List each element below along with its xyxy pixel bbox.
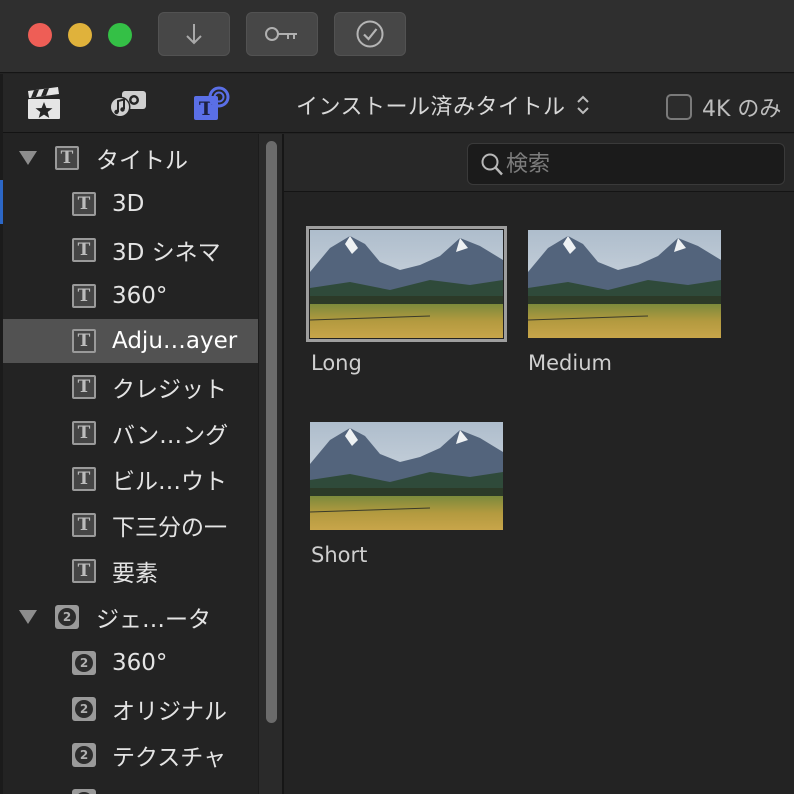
music-photo-icon: [109, 91, 146, 118]
landscape-thumbnail-image: [528, 230, 721, 338]
title-thumbnail-medium[interactable]: [528, 230, 721, 338]
sidebar-item-generator-360[interactable]: 2 360°: [3, 641, 258, 685]
sidebar-scrollbar-thumb[interactable]: [266, 141, 277, 723]
clapperboard-star-icon: [28, 87, 60, 119]
title-thumbnail-short[interactable]: [310, 422, 503, 530]
import-media-button[interactable]: [158, 12, 230, 56]
title-t-icon: T: [72, 375, 96, 399]
titles-generators-toggle[interactable]: T: [192, 86, 232, 122]
generator-icon: 2: [72, 651, 96, 675]
close-window-button[interactable]: [28, 23, 52, 47]
sidebar-item-elements[interactable]: T 要素: [3, 549, 258, 593]
4k-only-label: 4K のみ: [702, 97, 782, 122]
sidebar-item-label: Adju…ayer: [112, 328, 238, 354]
updown-chevron-icon: [576, 95, 589, 115]
4k-only-option[interactable]: 4K のみ: [666, 91, 781, 123]
search-icon: [481, 153, 503, 176]
sidebar-item-textures[interactable]: 2 テクスチャ: [3, 733, 258, 777]
title-t-icon: T: [72, 238, 96, 262]
dropdown-label: インストール済みタイトル: [296, 95, 566, 120]
sidebar-item-partial[interactable]: 2: [3, 779, 258, 794]
sidebar-item-label: バン…ング: [112, 423, 229, 449]
sidebar-item-label: クレジット: [112, 377, 227, 403]
sidebar-item-label: 3D: [112, 191, 145, 217]
sidebar-item-label: 3D シネマ: [112, 240, 221, 266]
zoom-window-button[interactable]: [108, 23, 132, 47]
title-t-icon: T: [72, 467, 96, 491]
title-name-label: Short: [311, 543, 368, 567]
sidebar-item-adjustment-layer[interactable]: T Adju…ayer: [3, 319, 258, 363]
title-t-icon: T: [72, 513, 96, 537]
sidebar-item-credits[interactable]: T クレジット: [3, 365, 258, 409]
titles-icon: T: [194, 86, 230, 120]
sidebar-category-generators[interactable]: 2 ジェ…ータ: [3, 595, 258, 639]
sidebar-item-label: ジェ…ータ: [96, 607, 211, 633]
search-input[interactable]: [506, 148, 776, 180]
title-bar: [0, 0, 794, 73]
4k-only-checkbox[interactable]: [666, 94, 692, 120]
sidebar-item-label: 360°: [112, 283, 168, 309]
sidebar-item-3d[interactable]: T 3D: [3, 182, 258, 226]
title-t-icon: T: [72, 559, 96, 583]
sidebar-item-label: 360°: [112, 650, 168, 676]
minimize-window-button[interactable]: [68, 23, 92, 47]
keywords-button[interactable]: [246, 12, 318, 56]
generator-icon: 2: [55, 605, 79, 629]
checkmark-circle-icon: [356, 20, 384, 48]
landscape-thumbnail-image: [310, 422, 503, 530]
title-t-icon: T: [55, 146, 79, 170]
title-t-icon: T: [72, 421, 96, 445]
search-field[interactable]: [467, 143, 785, 185]
title-name-label: Long: [311, 351, 362, 375]
title-name-label: Medium: [528, 351, 612, 375]
title-t-icon: T: [72, 192, 96, 216]
sidebar-category-titles[interactable]: T タイトル: [3, 136, 258, 180]
title-t-icon: T: [72, 329, 96, 353]
sidebar-item-original[interactable]: 2 オリジナル: [3, 687, 258, 731]
disclosure-triangle-icon[interactable]: [19, 151, 37, 165]
libraries-toggle[interactable]: [24, 86, 64, 122]
sidebar-item-label: 下三分の一: [112, 515, 227, 541]
sidebar-item-label: テクスチャ: [112, 745, 227, 771]
generator-icon: 2: [72, 743, 96, 767]
key-icon: [265, 27, 297, 41]
library-filter-dropdown[interactable]: インストール済みタイトル: [296, 88, 590, 122]
photos-audio-toggle[interactable]: [108, 86, 148, 122]
sidebar-item-360[interactable]: T 360°: [3, 274, 258, 318]
generator-icon: 2: [72, 789, 96, 794]
sidebar-item-bumper-opening[interactable]: T バン…ング: [3, 411, 258, 455]
disclosure-triangle-icon[interactable]: [19, 610, 37, 624]
background-tasks-button[interactable]: [334, 12, 406, 56]
sidebar-item-build-in-out[interactable]: T ビル…ウト: [3, 457, 258, 501]
landscape-thumbnail-image: [310, 230, 503, 338]
sidebar-item-3d-cinema[interactable]: T 3D シネマ: [3, 228, 258, 272]
title-thumbnail-long[interactable]: [306, 226, 507, 342]
sidebar-item-label: オリジナル: [112, 699, 227, 725]
sidebar-item-label: タイトル: [96, 148, 188, 174]
sidebar-item-lower-thirds[interactable]: T 下三分の一: [3, 503, 258, 547]
generator-icon: 2: [72, 697, 96, 721]
download-arrow-icon: [186, 24, 202, 45]
sidebar-item-label: ビル…ウト: [112, 469, 227, 495]
sidebar-item-label: 要素: [112, 561, 158, 587]
title-t-icon: T: [72, 284, 96, 308]
